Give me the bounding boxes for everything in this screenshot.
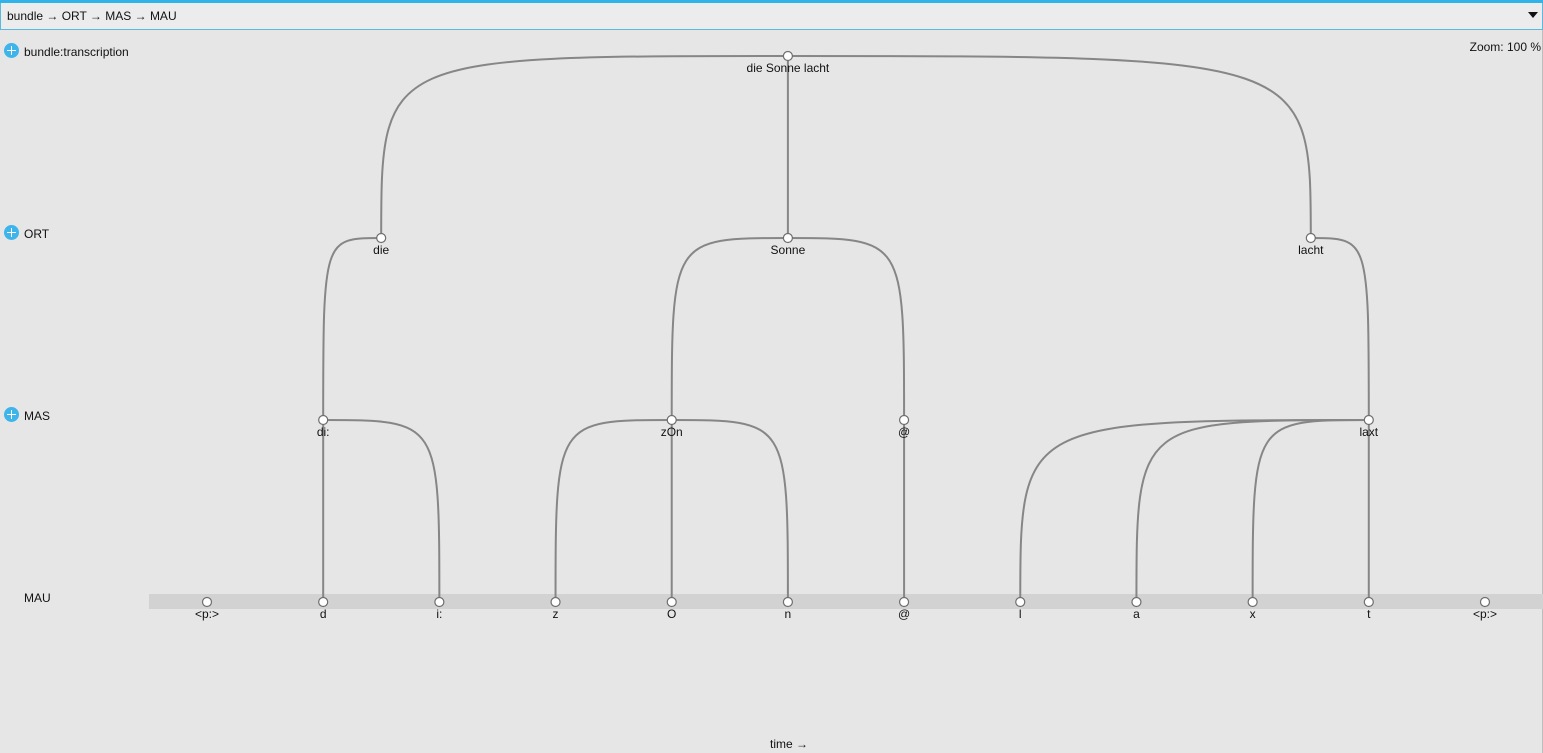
leaf-level-band [149, 594, 1543, 609]
mas-item-2-node[interactable] [898, 414, 910, 426]
mau-item-5-label[interactable]: n [785, 607, 792, 621]
mau-item-11-node[interactable] [1479, 596, 1491, 608]
mau-item-3-label[interactable]: z [553, 607, 559, 621]
edge-ort-1-to-mas-1 [670, 237, 788, 421]
mas-item-2-label[interactable]: @ [898, 425, 910, 439]
mau-item-5-node[interactable] [782, 596, 794, 608]
edge-mas-1-to-mau-3 [554, 419, 672, 603]
mau-item-0-node[interactable] [201, 596, 213, 608]
mau-item-6-node[interactable] [898, 596, 910, 608]
mau-item-2-label[interactable]: i: [436, 607, 442, 621]
time-axis-label: time → [770, 737, 809, 751]
bundle-item-0-label[interactable]: die Sonne lacht [747, 61, 830, 75]
edge-mas-3-to-mau-9 [1251, 419, 1369, 603]
ort-item-1-node[interactable] [782, 232, 794, 244]
mau-item-2-node[interactable] [434, 596, 445, 608]
mau-item-1-node[interactable] [318, 596, 329, 608]
mau-item-8-label[interactable]: a [1133, 607, 1140, 621]
mas-item-3-node[interactable] [1363, 414, 1374, 426]
edge-mas-0-to-mau-2 [323, 419, 441, 603]
edge-bundle-0-to-ort-2 [787, 55, 1312, 239]
mau-item-7-node[interactable] [1015, 596, 1026, 608]
edge-mas-1-to-mau-5 [671, 419, 789, 603]
hierarchy-canvas: die Sonne lachtdie Sonne lachtdi: zOn @ laxt<… [149, 50, 1543, 621]
mau-item-0-label[interactable]: <p:> [195, 607, 219, 621]
mau-item-8-node[interactable] [1131, 596, 1142, 608]
ort-item-1-label[interactable]: Sonne [771, 243, 806, 257]
mau-item-1-label[interactable]: d [320, 607, 327, 621]
edge-bundle-0-to-ort-0 [380, 55, 788, 239]
mau-item-4-label[interactable]: O [667, 607, 676, 621]
mau-item-11-label[interactable]: <p:> [1473, 607, 1497, 621]
edge-ort-0-to-mas-0 [322, 237, 382, 421]
mas-item-0-node[interactable] [318, 414, 329, 426]
edge-ort-2-to-mas-3 [1310, 237, 1370, 421]
mas-item-1-node[interactable] [666, 414, 677, 426]
ort-item-2-node[interactable] [1305, 232, 1316, 244]
ort-item-2-label[interactable]: lacht [1298, 243, 1324, 257]
edge-ort-1-to-mas-2 [787, 237, 906, 421]
mau-item-3-node[interactable] [550, 596, 561, 608]
mau-item-6-label[interactable]: @ [898, 607, 910, 621]
mas-item-1-label[interactable]: zOn [661, 425, 683, 439]
mau-item-9-label[interactable]: x [1250, 607, 1256, 621]
mau-item-10-node[interactable] [1363, 596, 1374, 608]
mas-item-0-label[interactable]: di: [317, 425, 330, 439]
mau-item-9-node[interactable] [1247, 596, 1258, 608]
mau-item-7-label[interactable]: l [1019, 607, 1022, 621]
ort-item-0-node[interactable] [376, 232, 387, 244]
edge-mas-3-to-mau-7 [1019, 419, 1369, 603]
mas-item-3-label[interactable]: laxt [1359, 425, 1378, 439]
ort-item-0-label[interactable]: die [373, 243, 389, 257]
bundle-item-0-node[interactable] [782, 50, 794, 62]
mau-item-4-node[interactable] [666, 596, 677, 608]
mau-item-10-label[interactable]: t [1367, 607, 1371, 621]
